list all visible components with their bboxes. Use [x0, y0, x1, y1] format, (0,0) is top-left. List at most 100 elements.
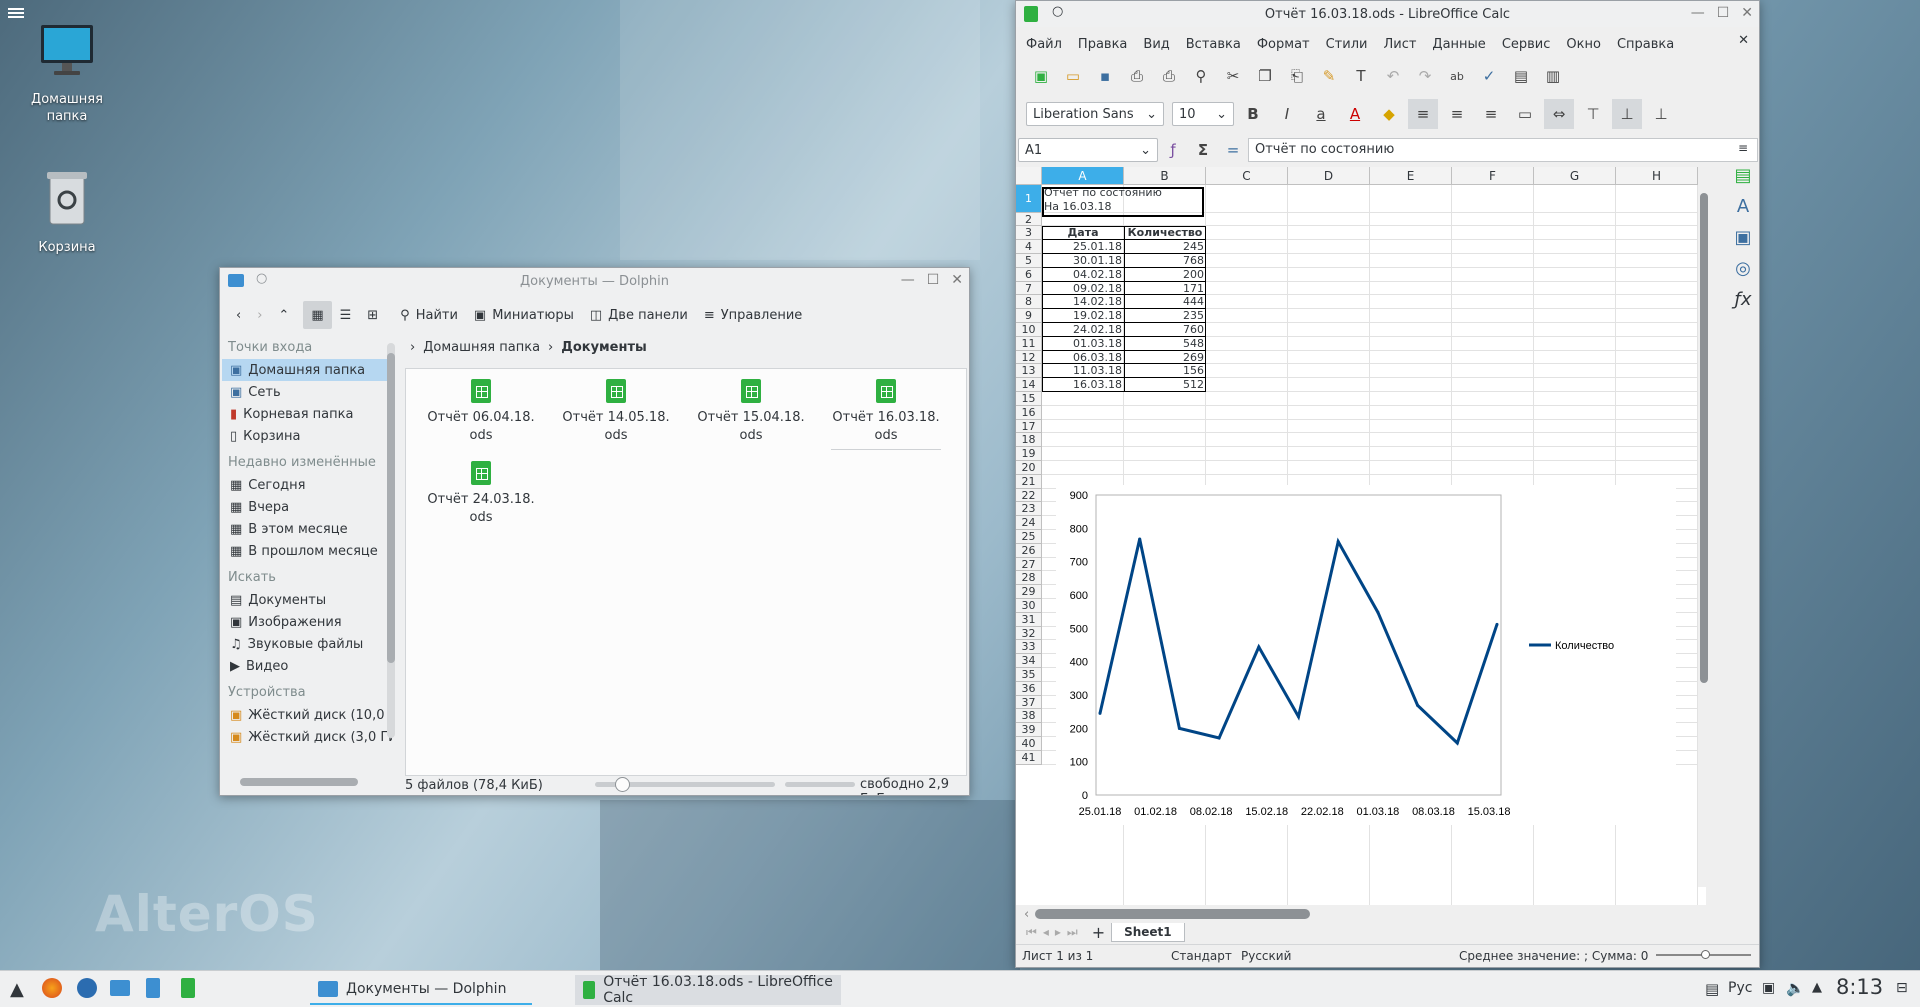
row-header[interactable]: 3: [1016, 226, 1042, 241]
last-sheet-icon[interactable]: ⏭: [1067, 925, 1078, 940]
column-header[interactable]: G: [1534, 167, 1616, 185]
find-replace-icon[interactable]: ab: [1442, 61, 1472, 91]
menu-item[interactable]: Стили: [1318, 37, 1376, 52]
file-manager-icon[interactable]: [110, 980, 130, 996]
row-header[interactable]: 24: [1016, 516, 1042, 530]
cell[interactable]: Дата: [1042, 226, 1124, 240]
minimize-icon[interactable]: —: [1691, 5, 1705, 21]
cell[interactable]: 16.03.18: [1042, 378, 1124, 392]
notifications-icon[interactable]: ▣: [1762, 980, 1775, 996]
cell[interactable]: 30.01.18: [1042, 254, 1124, 268]
clone-format-icon[interactable]: ✎: [1314, 61, 1344, 91]
clipboard-icon[interactable]: ▤: [1705, 980, 1719, 998]
cell[interactable]: 200: [1124, 268, 1206, 282]
writer-icon[interactable]: [146, 978, 160, 998]
cell[interactable]: 19.02.18: [1042, 309, 1124, 323]
row-header[interactable]: 36: [1016, 681, 1042, 696]
row-header[interactable]: 27: [1016, 557, 1042, 572]
column-header[interactable]: E: [1370, 167, 1452, 185]
row-header[interactable]: 25: [1016, 530, 1042, 544]
icons-view-button[interactable]: ▦: [303, 301, 332, 329]
desktop-icon-home[interactable]: Домашняя папка: [12, 22, 122, 125]
file-view[interactable]: Отчёт 06.04.18. ods Отчёт 14.05.18. ods От…: [405, 368, 967, 776]
font-size-combo[interactable]: 10 ⌄: [1172, 102, 1234, 126]
sidebar-hscroll[interactable]: [240, 778, 358, 786]
sidebar-item-video[interactable]: ▶ Видео: [222, 655, 392, 677]
row-header[interactable]: 18: [1016, 433, 1042, 448]
row-header[interactable]: 41: [1016, 750, 1042, 765]
function-wizard-icon[interactable]: ƒ: [1158, 135, 1188, 165]
row-header[interactable]: 33: [1016, 640, 1042, 655]
formula-equals-icon[interactable]: =: [1218, 135, 1248, 165]
cell[interactable]: 768: [1124, 254, 1206, 268]
sidebar-menu-icon[interactable]: ≡: [1738, 141, 1748, 155]
functions-icon[interactable]: ƒx: [1735, 289, 1752, 310]
row-header[interactable]: 6: [1016, 267, 1042, 282]
column-header[interactable]: F: [1452, 167, 1534, 185]
align-left-icon[interactable]: ≡: [1408, 99, 1438, 129]
font-color-icon[interactable]: A: [1340, 99, 1370, 129]
formula-input[interactable]: Отчёт по состоянию: [1248, 138, 1758, 162]
menu-item[interactable]: Правка: [1070, 37, 1135, 52]
row-header[interactable]: 35: [1016, 668, 1042, 682]
row-header[interactable]: 17: [1016, 419, 1042, 434]
export-pdf-icon[interactable]: ⎙: [1122, 61, 1152, 91]
menu-item[interactable]: Вид: [1135, 37, 1177, 52]
thumbnails-button[interactable]: ▣ Миниатюры: [466, 301, 582, 329]
column-header[interactable]: H: [1616, 167, 1698, 185]
redo-icon[interactable]: ↷: [1410, 61, 1440, 91]
file-item[interactable]: Отчёт 15.04.18. ods: [696, 379, 806, 445]
cell[interactable]: 04.02.18: [1042, 268, 1124, 282]
column-header[interactable]: A: [1042, 167, 1124, 185]
chevron-up-icon[interactable]: ▲: [1812, 980, 1822, 995]
print-icon[interactable]: ⎙: [1154, 61, 1184, 91]
row-header[interactable]: 32: [1016, 626, 1042, 641]
back-button[interactable]: ‹: [228, 301, 249, 329]
sidebar-scrollbar[interactable]: [387, 343, 395, 738]
sidebar-item-home[interactable]: ▣ Домашняя папка: [222, 359, 392, 381]
up-button[interactable]: ⌃: [270, 301, 297, 329]
row-header[interactable]: 37: [1016, 695, 1042, 710]
prev-sheet-icon[interactable]: ◂: [1043, 925, 1049, 939]
menu-item[interactable]: Лист: [1375, 37, 1424, 52]
minimize-icon[interactable]: —: [901, 272, 915, 288]
sidebar-item-disk-1[interactable]: ▣ Жёсткий диск (10,0 Ги: [222, 704, 392, 726]
copy-icon[interactable]: ❐: [1250, 61, 1280, 91]
row-header[interactable]: 13: [1016, 364, 1042, 379]
highlight-icon[interactable]: ◆: [1374, 99, 1404, 129]
dolphin-titlebar[interactable]: ○ Документы — Dolphin — ☐ ✕: [220, 268, 969, 294]
cell[interactable]: 09.02.18: [1042, 282, 1124, 296]
forward-button[interactable]: ›: [249, 301, 270, 329]
cell[interactable]: 512: [1124, 378, 1206, 392]
row-header[interactable]: 7: [1016, 281, 1042, 296]
row-header[interactable]: 22: [1016, 488, 1042, 503]
align-middle-icon[interactable]: ⊥: [1612, 99, 1642, 129]
menu-item[interactable]: Формат: [1249, 37, 1318, 52]
sidebar-item-audio[interactable]: ♫ Звуковые файлы: [222, 633, 392, 655]
cell[interactable]: 25.01.18: [1042, 240, 1124, 254]
wrap-text-icon[interactable]: ▭: [1510, 99, 1540, 129]
calc-icon[interactable]: [181, 978, 195, 998]
calc-titlebar[interactable]: ○ Отчёт 16.03.18.ods - LibreOffice Calc …: [1016, 1, 1759, 27]
browser-icon[interactable]: [77, 978, 97, 998]
row-header[interactable]: 20: [1016, 461, 1042, 475]
name-box[interactable]: A1 ⌄: [1018, 138, 1158, 162]
cell[interactable]: 171: [1124, 282, 1206, 296]
app-launcher-icon[interactable]: ▲: [10, 979, 24, 1000]
align-top-icon[interactable]: ⊤: [1578, 99, 1608, 129]
underline-icon[interactable]: a: [1306, 99, 1336, 129]
split-button[interactable]: ◫ Две панели: [582, 301, 696, 329]
clear-format-icon[interactable]: T: [1346, 61, 1376, 91]
cell[interactable]: 06.03.18: [1042, 351, 1124, 365]
menu-item[interactable]: Файл: [1018, 37, 1070, 52]
italic-icon[interactable]: I: [1272, 99, 1302, 129]
preview-icon[interactable]: ⚲: [1186, 61, 1216, 91]
sidebar-item-today[interactable]: ▦ Сегодня: [222, 474, 392, 496]
close-document-icon[interactable]: ✕: [1738, 33, 1749, 48]
row-header[interactable]: 28: [1016, 571, 1042, 586]
font-name-combo[interactable]: Liberation Sans ⌄: [1026, 102, 1164, 126]
row-header[interactable]: 11: [1016, 336, 1042, 351]
properties-icon[interactable]: ▤: [1734, 165, 1751, 186]
cell[interactable]: 24.02.18: [1042, 323, 1124, 337]
sheet-grid[interactable]: ABCDEFGH 1 2 3 4 5 6 7 8 9 10 11 12 13 14 15 16 17 18 19 20…: [1016, 167, 1706, 905]
